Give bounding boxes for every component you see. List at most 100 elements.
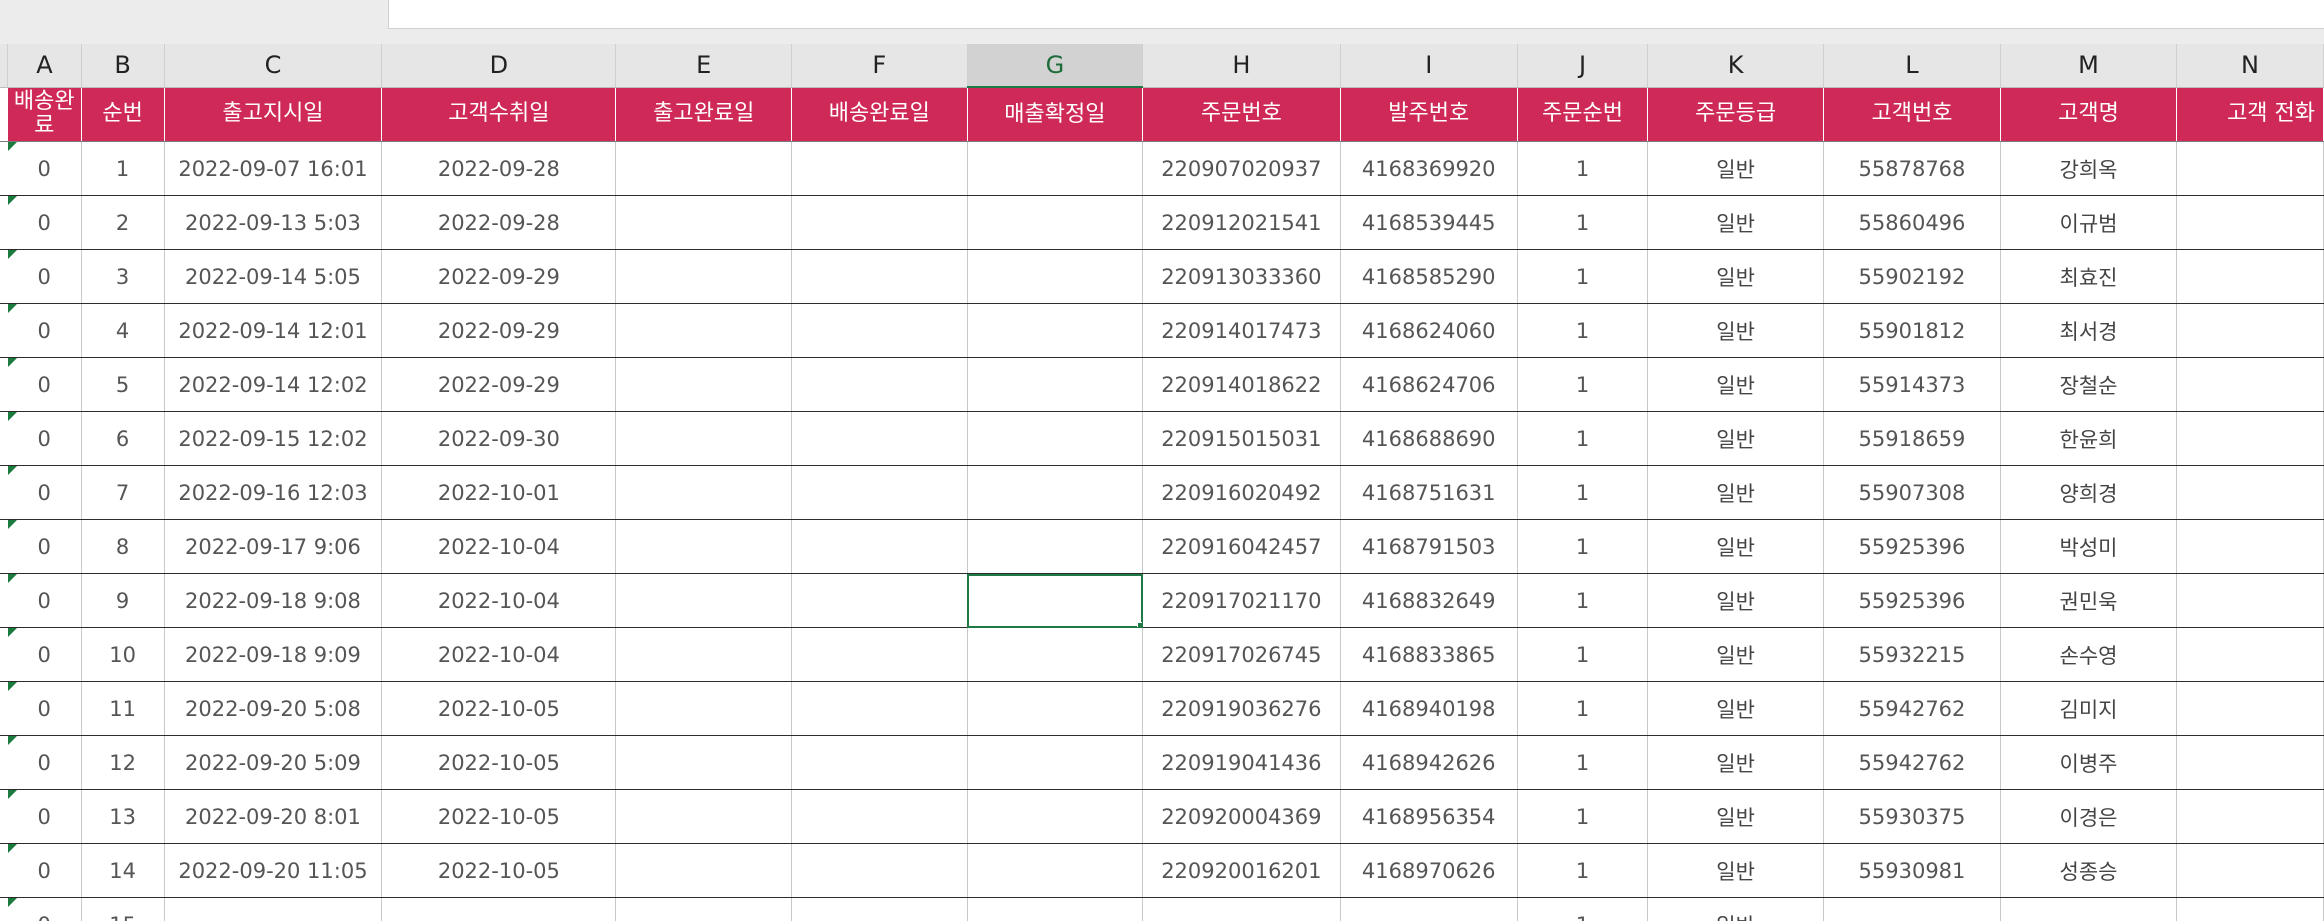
- field-header-cell[interactable]: 고객명: [2000, 87, 2178, 142]
- grid-cell[interactable]: 1: [1517, 843, 1649, 898]
- grid-cell[interactable]: 15: [81, 897, 165, 921]
- grid-cell[interactable]: 1: [1517, 141, 1649, 196]
- grid-cell[interactable]: 220919041436: [1142, 735, 1341, 790]
- grid-cell[interactable]: [791, 141, 968, 196]
- grid-cell[interactable]: 1: [1517, 195, 1649, 250]
- grid-cell[interactable]: [791, 303, 968, 358]
- grid-cell[interactable]: 220914017473: [1142, 303, 1341, 358]
- column-header-f[interactable]: F: [791, 44, 968, 88]
- grid-cell[interactable]: [615, 357, 793, 412]
- grid-cell[interactable]: 1: [1517, 681, 1649, 736]
- grid-cell[interactable]: 55925396: [1823, 573, 2001, 628]
- grid-cell[interactable]: 2022-09-18 9:09: [164, 627, 383, 682]
- grid-cell[interactable]: 0: [7, 357, 82, 412]
- grid-cell[interactable]: 0: [7, 519, 82, 574]
- grid-cell[interactable]: [615, 897, 793, 921]
- grid-cell[interactable]: 220917026745: [1142, 627, 1341, 682]
- grid-cell[interactable]: 0: [7, 465, 82, 520]
- grid-cell[interactable]: 2022-09-20 8:01: [164, 789, 383, 844]
- grid-cell[interactable]: 일반: [1647, 897, 1825, 921]
- grid-cell[interactable]: 2022-10-05: [381, 789, 617, 844]
- grid-cell[interactable]: [967, 303, 1144, 358]
- grid-cell[interactable]: 4168539445: [1340, 195, 1518, 250]
- field-header-cell[interactable]: 출고지시일: [164, 87, 383, 142]
- column-header-c[interactable]: C: [164, 44, 383, 88]
- grid-cell[interactable]: 손수영: [2000, 627, 2178, 682]
- grid-cell[interactable]: 2022-09-15 12:02: [164, 411, 383, 466]
- grid-cell[interactable]: 강희옥: [2000, 141, 2178, 196]
- grid-cell[interactable]: 2022-09-20 5:09: [164, 735, 383, 790]
- grid-cell[interactable]: 이병주: [2000, 735, 2178, 790]
- grid-cell[interactable]: [967, 897, 1144, 921]
- grid-cell[interactable]: 55918659: [1823, 411, 2001, 466]
- column-header-h[interactable]: H: [1142, 44, 1341, 88]
- grid-cell[interactable]: 55902192: [1823, 249, 2001, 304]
- grid-cell[interactable]: 4168688690: [1340, 411, 1518, 466]
- column-header-i[interactable]: I: [1340, 44, 1518, 88]
- grid-cell[interactable]: [2176, 897, 2324, 921]
- grid-cell[interactable]: [1142, 897, 1341, 921]
- grid-cell[interactable]: 4168970626: [1340, 843, 1518, 898]
- grid-cell[interactable]: 4: [81, 303, 165, 358]
- grid-cell[interactable]: 55942762: [1823, 735, 2001, 790]
- grid-cell[interactable]: 0: [7, 141, 82, 196]
- grid-cell[interactable]: 0: [7, 303, 82, 358]
- grid-cell[interactable]: [2176, 573, 2324, 628]
- grid-cell[interactable]: [164, 897, 383, 921]
- grid-cell[interactable]: 일반: [1647, 141, 1825, 196]
- field-header-cell[interactable]: 배송완료일: [791, 87, 968, 142]
- grid-cell[interactable]: 55942762: [1823, 681, 2001, 736]
- grid-cell[interactable]: 220916042457: [1142, 519, 1341, 574]
- grid-cell[interactable]: 0: [7, 843, 82, 898]
- column-header-g[interactable]: G: [967, 44, 1144, 88]
- grid-cell[interactable]: [967, 519, 1144, 574]
- field-header-cell[interactable]: 순번: [81, 87, 165, 142]
- grid-cell[interactable]: 일반: [1647, 735, 1825, 790]
- grid-cell[interactable]: 권민욱: [2000, 573, 2178, 628]
- grid-cell[interactable]: 220917021170: [1142, 573, 1341, 628]
- grid-cell[interactable]: 4168585290: [1340, 249, 1518, 304]
- grid-cell[interactable]: 4168942626: [1340, 735, 1518, 790]
- grid-cell[interactable]: 0: [7, 627, 82, 682]
- grid-cell[interactable]: [615, 627, 793, 682]
- grid-cell[interactable]: [2176, 627, 2324, 682]
- grid-cell[interactable]: [967, 465, 1144, 520]
- field-header-cell[interactable]: 주문등급: [1647, 87, 1825, 142]
- grid-cell[interactable]: 6: [81, 411, 165, 466]
- grid-cell[interactable]: 1: [1517, 573, 1649, 628]
- grid-cell[interactable]: [1340, 897, 1518, 921]
- field-header-cell[interactable]: 배송완료: [7, 87, 82, 142]
- grid-cell[interactable]: [967, 627, 1144, 682]
- grid-cell[interactable]: 2022-09-14 12:01: [164, 303, 383, 358]
- grid-cell[interactable]: [615, 681, 793, 736]
- grid-cell[interactable]: 55925396: [1823, 519, 2001, 574]
- grid-cell[interactable]: [791, 789, 968, 844]
- grid-cell[interactable]: 일반: [1647, 411, 1825, 466]
- grid-cell[interactable]: 4168791503: [1340, 519, 1518, 574]
- grid-cell[interactable]: 4168624060: [1340, 303, 1518, 358]
- column-header-b[interactable]: B: [81, 44, 165, 88]
- grid-cell[interactable]: [615, 303, 793, 358]
- grid-cell[interactable]: 김미지: [2000, 681, 2178, 736]
- grid-cell[interactable]: 55860496: [1823, 195, 2001, 250]
- active-cell[interactable]: [967, 573, 1144, 628]
- column-header-m[interactable]: M: [2000, 44, 2178, 88]
- grid-cell[interactable]: [381, 897, 617, 921]
- column-header-j[interactable]: J: [1517, 44, 1649, 88]
- field-header-cell[interactable]: 주문순번: [1517, 87, 1649, 142]
- grid-cell[interactable]: [791, 843, 968, 898]
- grid-cell[interactable]: 일반: [1647, 843, 1825, 898]
- grid-cell[interactable]: 2022-09-29: [381, 357, 617, 412]
- grid-cell[interactable]: 1: [1517, 735, 1649, 790]
- grid-cell[interactable]: 0: [7, 195, 82, 250]
- column-header-k[interactable]: K: [1647, 44, 1825, 88]
- grid-cell[interactable]: 2022-10-05: [381, 735, 617, 790]
- grid-cell[interactable]: 8: [81, 519, 165, 574]
- grid-cell[interactable]: [2176, 357, 2324, 412]
- grid-cell[interactable]: [2176, 411, 2324, 466]
- grid-cell[interactable]: [791, 465, 968, 520]
- grid-cell[interactable]: 박성미: [2000, 519, 2178, 574]
- grid-cell[interactable]: [2176, 195, 2324, 250]
- grid-cell[interactable]: 1: [1517, 519, 1649, 574]
- grid-cell[interactable]: [2176, 141, 2324, 196]
